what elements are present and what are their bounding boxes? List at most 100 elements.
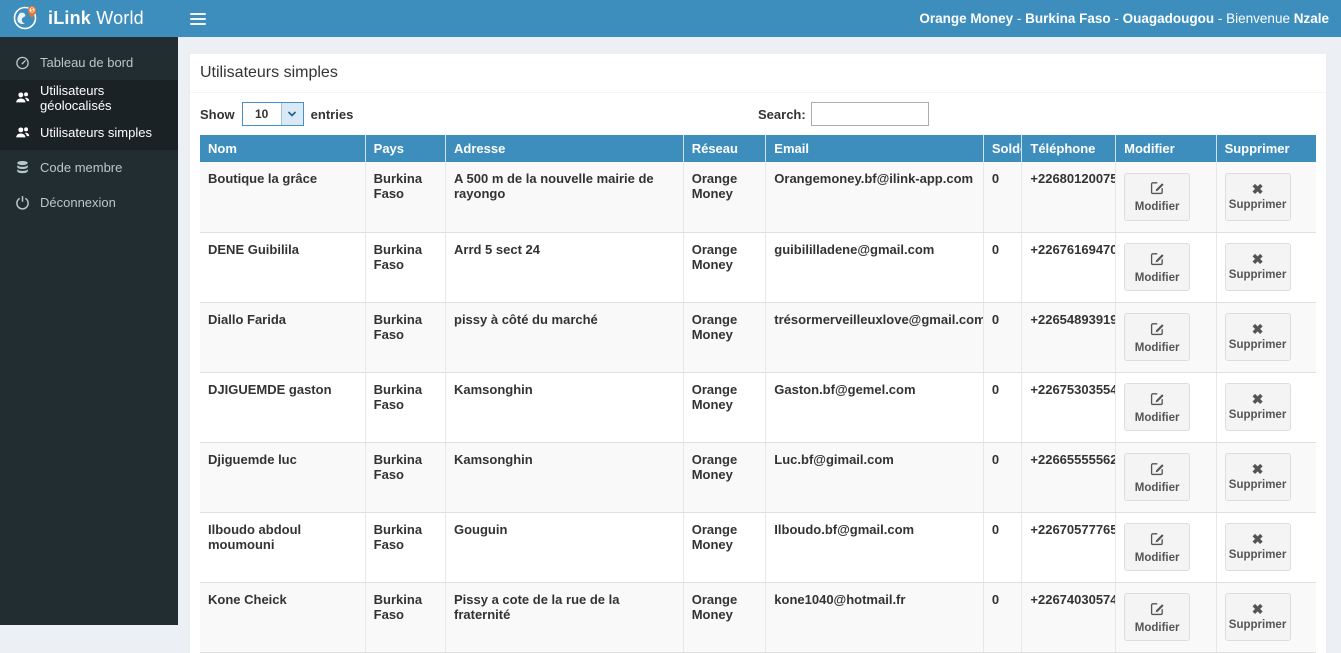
modify-button[interactable]: Modifier <box>1124 313 1191 361</box>
cell-adresse: Pissy a cote de la rue de la fraternité <box>445 582 684 653</box>
cell-supprimer: ✖ Supprimer <box>1216 442 1316 513</box>
modify-button-label: Modifier <box>1134 481 1180 494</box>
sidebar-item-utilisateurs-simples[interactable]: Utilisateurs simples <box>0 115 178 150</box>
cell-reseau: Orange Money <box>683 512 767 583</box>
x-delete-icon: ✖ <box>1251 321 1264 337</box>
cell-reseau: Orange Money <box>683 162 767 233</box>
column-header-telephone[interactable]: Téléphone <box>1021 135 1117 162</box>
table-row: Boutique la grâce Burkina Faso A 500 m de … <box>200 162 1316 233</box>
chevron-down-icon <box>280 103 303 125</box>
cell-supprimer: ✖ Supprimer <box>1216 372 1316 443</box>
cell-adresse: Gouguin <box>445 512 684 583</box>
cell-solde: 0 <box>983 582 1023 653</box>
cell-nom: DJIGUEMDE gaston <box>200 372 366 443</box>
cell-reseau: Orange Money <box>683 372 767 443</box>
cell-modifier: Modifier <box>1115 372 1217 443</box>
page-size-select[interactable]: 10 <box>241 102 304 126</box>
table-row: DJIGUEMDE gaston Burkina Faso Kamsonghin Or… <box>200 372 1316 443</box>
page-size-value: 10 <box>254 107 269 121</box>
table-row: DENE Guibilila Burkina Faso Arrd 5 sect 24… <box>200 232 1316 303</box>
sidebar-item-code-membre[interactable]: Code membre <box>0 150 178 185</box>
cell-nom: Djiguemde luc <box>200 442 366 513</box>
modify-button-label: Modifier <box>1134 621 1180 634</box>
cell-nom: Ilboudo abdoul moumouni <box>200 512 366 583</box>
cell-solde: 0 <box>983 442 1023 513</box>
users-panel: Utilisateurs simples Show 10 entries Sea… <box>190 54 1326 653</box>
column-header-email[interactable]: Email <box>765 135 984 162</box>
column-header-modifier[interactable]: Modifier <box>1115 135 1217 162</box>
delete-button-label: Supprimer <box>1228 619 1287 631</box>
sidebar-item-label: Code membre <box>40 160 123 175</box>
table-row: Kone Cheick Burkina Faso Pissy a cote de l… <box>200 582 1316 653</box>
cell-pays: Burkina Faso <box>365 372 447 443</box>
modify-button-label: Modifier <box>1134 551 1180 564</box>
users-icon <box>14 125 30 141</box>
modify-button[interactable]: Modifier <box>1124 453 1191 501</box>
modify-button[interactable]: Modifier <box>1124 523 1191 571</box>
power-icon <box>14 195 30 211</box>
main-content: Utilisateurs simples Show 10 entries Sea… <box>178 37 1341 653</box>
modify-button[interactable]: Modifier <box>1124 243 1191 291</box>
modify-button[interactable]: Modifier <box>1124 593 1191 641</box>
delete-button[interactable]: ✖ Supprimer <box>1224 383 1291 431</box>
show-label: Show <box>200 106 235 122</box>
column-header-adresse[interactable]: Adresse <box>445 135 684 162</box>
x-delete-icon: ✖ <box>1251 391 1264 407</box>
welcome-banner: Orange Money - Burkina Faso - Ouagadougo… <box>919 11 1329 26</box>
table-row: Diallo Farida Burkina Faso pissy à côté du… <box>200 302 1316 373</box>
cell-modifier: Modifier <box>1115 162 1217 233</box>
page-length-control: Show 10 entries <box>200 102 758 126</box>
column-header-reseau[interactable]: Réseau <box>683 135 767 162</box>
svg-text:$: $ <box>30 8 33 14</box>
delete-button[interactable]: ✖ Supprimer <box>1224 243 1291 291</box>
delete-button[interactable]: ✖ Supprimer <box>1224 172 1291 221</box>
globe-pin-logo-icon: $ <box>12 1 40 36</box>
delete-button-label: Supprimer <box>1228 198 1287 211</box>
cell-supprimer: ✖ Supprimer <box>1216 582 1316 653</box>
cell-solde: 0 <box>983 232 1023 303</box>
table-row: Ilboudo abdoul moumouni Burkina Faso Gougu… <box>200 512 1316 583</box>
sidebar-item-utilisateurs-geolocalises[interactable]: Utilisateurs géolocalisés <box>0 80 178 115</box>
cell-nom: DENE Guibilila <box>200 232 366 303</box>
cell-modifier: Modifier <box>1115 232 1217 303</box>
sidebar-toggle-hamburger-icon[interactable] <box>190 12 206 25</box>
cell-adresse: A 500 m de la nouvelle mairie de rayongo <box>445 162 684 233</box>
delete-button-label: Supprimer <box>1228 549 1287 561</box>
edit-pencil-icon <box>1150 180 1165 198</box>
delete-button[interactable]: ✖ Supprimer <box>1224 593 1291 641</box>
app-logo[interactable]: $ iLink World <box>0 0 178 37</box>
delete-button[interactable]: ✖ Supprimer <box>1224 453 1291 501</box>
delete-button[interactable]: ✖ Supprimer <box>1224 313 1291 361</box>
x-delete-icon: ✖ <box>1251 601 1264 617</box>
cell-supprimer: ✖ Supprimer <box>1216 302 1316 373</box>
sidebar-item-deconnexion[interactable]: Déconnexion <box>0 185 178 220</box>
cell-telephone: +22665555562 <box>1021 442 1117 513</box>
delete-button[interactable]: ✖ Supprimer <box>1224 523 1291 571</box>
column-header-supprimer[interactable]: Supprimer <box>1216 135 1316 162</box>
cell-pays: Burkina Faso <box>365 162 447 233</box>
sidebar-item-tableau-de-bord[interactable]: Tableau de bord <box>0 45 178 80</box>
cell-supprimer: ✖ Supprimer <box>1216 512 1316 583</box>
cell-modifier: Modifier <box>1115 302 1217 373</box>
column-header-nom[interactable]: Nom <box>200 135 366 162</box>
search-input[interactable] <box>810 102 929 126</box>
cell-modifier: Modifier <box>1115 512 1217 583</box>
cell-pays: Burkina Faso <box>365 232 447 303</box>
cell-telephone: +22670577765 <box>1021 512 1117 583</box>
modify-button[interactable]: Modifier <box>1124 172 1191 221</box>
delete-button-label: Supprimer <box>1228 479 1287 491</box>
modify-button[interactable]: Modifier <box>1124 383 1191 431</box>
cell-adresse: pissy à côté du marché <box>445 302 684 373</box>
search-label: Search: <box>758 106 806 122</box>
x-delete-icon: ✖ <box>1251 180 1264 197</box>
cell-solde: 0 <box>983 162 1023 233</box>
cell-adresse: Kamsonghin <box>445 372 684 443</box>
modify-button-label: Modifier <box>1134 411 1180 424</box>
column-header-solde[interactable]: Solde <box>983 135 1023 162</box>
cell-nom: Boutique la grâce <box>200 162 366 233</box>
edit-pencil-icon <box>1150 531 1165 549</box>
column-header-pays[interactable]: Pays <box>365 135 447 162</box>
cell-pays: Burkina Faso <box>365 442 447 513</box>
app-title: iLink World <box>48 8 144 28</box>
edit-pencil-icon <box>1150 321 1165 339</box>
